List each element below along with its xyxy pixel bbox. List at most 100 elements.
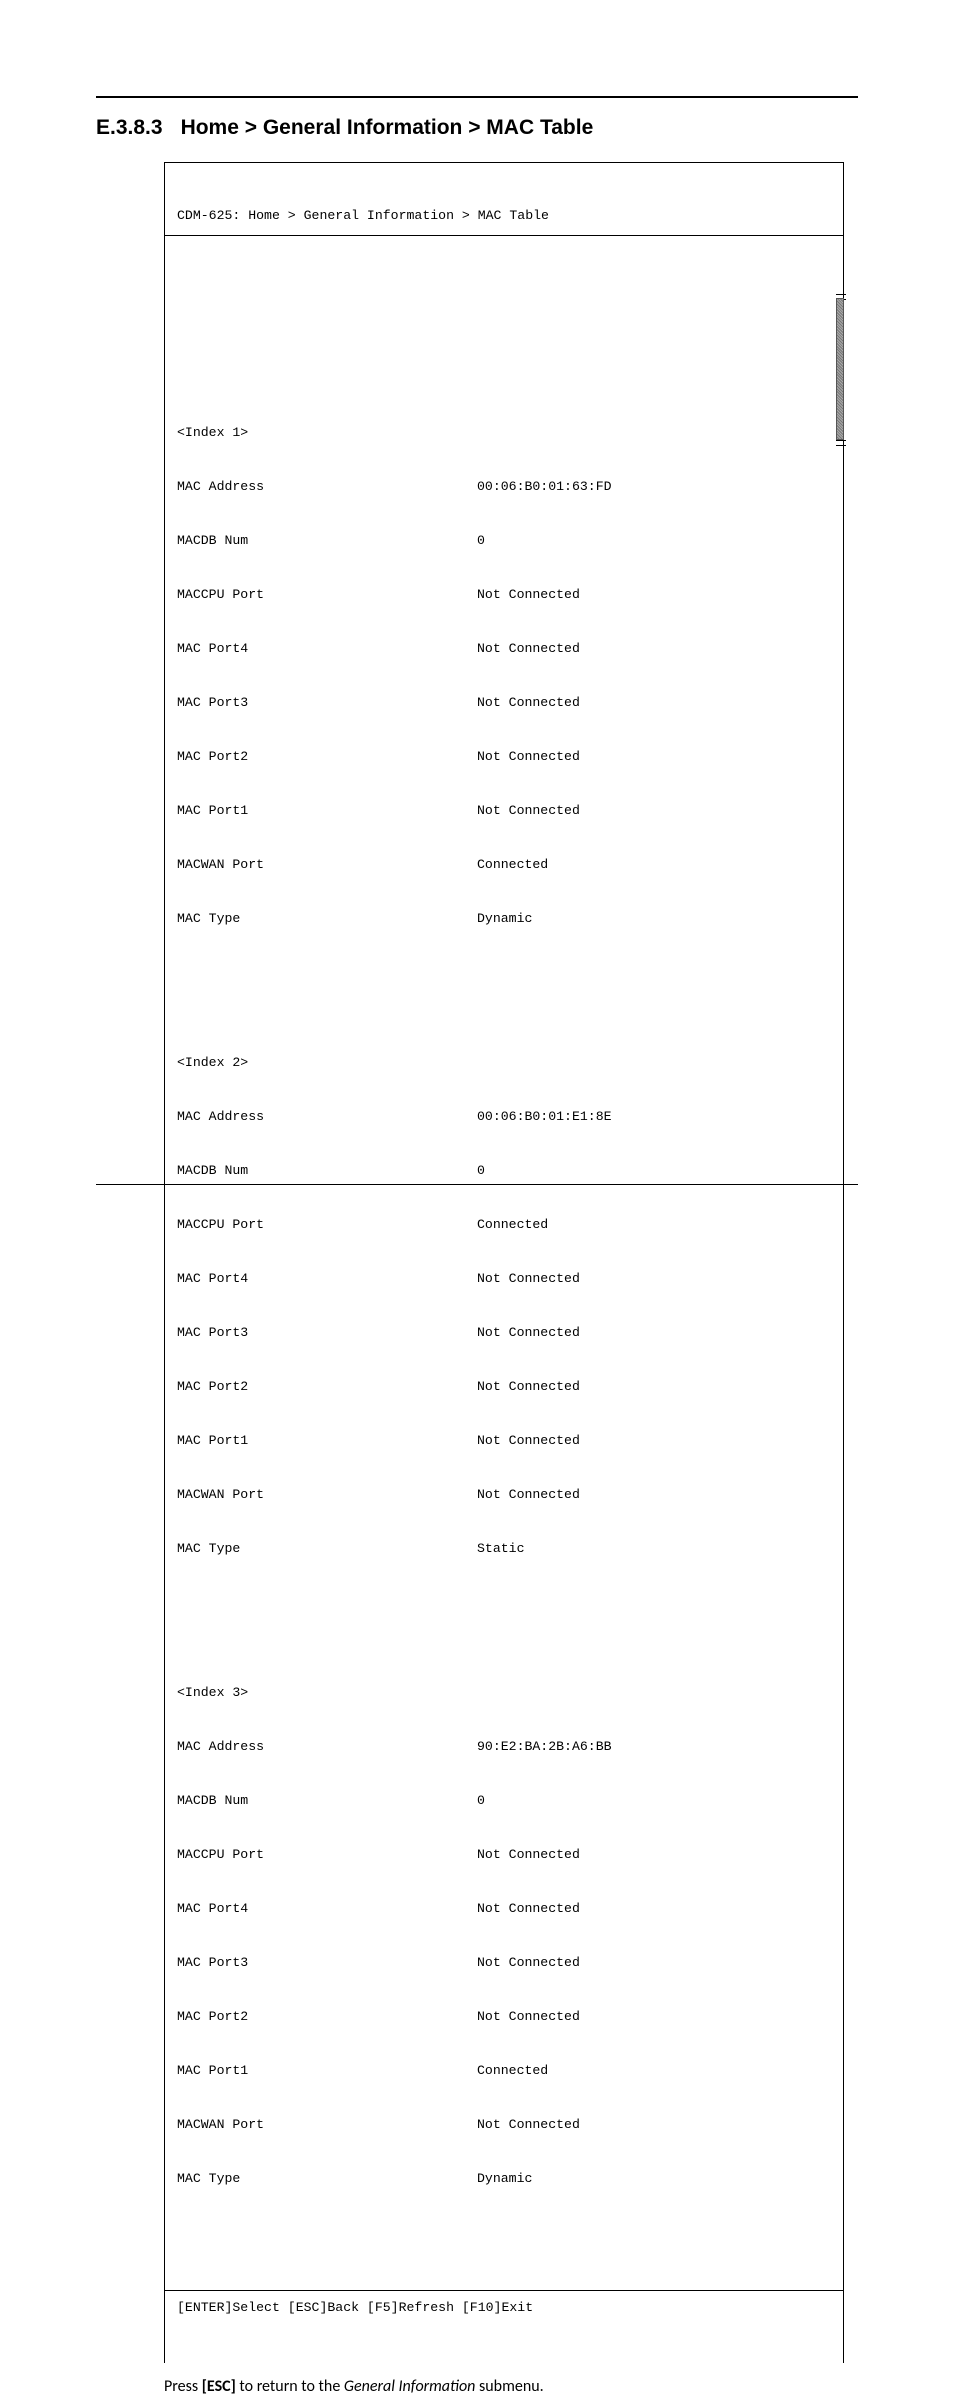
table-row: MAC Address00:06:B0:01:63:FD [177, 478, 831, 496]
section-title: Home > General Information > MAC Table [181, 116, 594, 139]
table-row: MAC Port3Not Connected [177, 1954, 831, 1972]
field-label: MACWAN Port [177, 1486, 477, 1504]
field-value: 0 [477, 1162, 831, 1180]
field-label: MAC Port4 [177, 1900, 477, 1918]
bottom-horizontal-rule [96, 1184, 858, 1185]
index-header: <Index 2> [177, 1054, 831, 1072]
table-row: MAC Port4Not Connected [177, 1270, 831, 1288]
field-value: Not Connected [477, 1954, 831, 1972]
blank-line [177, 1594, 831, 1612]
field-label: MAC Port1 [177, 1432, 477, 1450]
field-value: Connected [477, 1216, 831, 1234]
table-row: MACDB Num0 [177, 1792, 831, 1810]
table-row: MAC TypeStatic [177, 1540, 831, 1558]
field-value: 0 [477, 1792, 831, 1810]
table-row: MAC TypeDynamic [177, 2170, 831, 2188]
table-row: MACWAN PortNot Connected [177, 1486, 831, 1504]
field-label: MAC Port1 [177, 2062, 477, 2080]
table-row: MACDB Num0 [177, 1162, 831, 1180]
table-row: MAC Port1Not Connected [177, 1432, 831, 1450]
index-header: <Index 1> [177, 424, 831, 442]
field-value: 00:06:B0:01:63:FD [477, 478, 831, 496]
blank-line [177, 964, 831, 982]
field-value: Not Connected [477, 1486, 831, 1504]
field-value: Not Connected [477, 586, 831, 604]
index-header: <Index 3> [177, 1684, 831, 1702]
table-row: MAC Port2Not Connected [177, 2008, 831, 2026]
caption-key: [ESC] [202, 2377, 236, 2396]
table-row: MAC Port3Not Connected [177, 694, 831, 712]
table-row: MAC Port4Not Connected [177, 640, 831, 658]
terminal-title: CDM-625: Home > General Information > MA… [165, 207, 843, 236]
page: E.3.8.3 Home > General Information > MAC … [0, 0, 954, 1235]
field-label: MACWAN Port [177, 2116, 477, 2134]
table-row: MAC Port2Not Connected [177, 1378, 831, 1396]
scrollbar-cap-bottom [836, 440, 846, 446]
field-value: Not Connected [477, 2008, 831, 2026]
field-label: MAC Port4 [177, 640, 477, 658]
field-label: MAC Address [177, 1108, 477, 1126]
field-label: MACDB Num [177, 1162, 477, 1180]
table-row: MAC Port1Not Connected [177, 802, 831, 820]
field-label: MAC Address [177, 478, 477, 496]
table-row: MACCPU PortNot Connected [177, 1846, 831, 1864]
field-value: Dynamic [477, 910, 831, 928]
field-value: Static [477, 1540, 831, 1558]
caption-text: Press [ESC] to return to the General Inf… [164, 2377, 858, 2396]
table-row: MACWAN PortConnected [177, 856, 831, 874]
table-row: MAC Port4Not Connected [177, 1900, 831, 1918]
field-label: MACDB Num [177, 1792, 477, 1810]
field-value: Not Connected [477, 1846, 831, 1864]
scrollbar-thumb[interactable] [836, 298, 844, 440]
field-label: MAC Port2 [177, 1378, 477, 1396]
table-row: MAC Port1Connected [177, 2062, 831, 2080]
section-number: E.3.8.3 [96, 116, 163, 140]
field-value: Not Connected [477, 1432, 831, 1450]
field-label: MAC Type [177, 910, 477, 928]
table-row: MAC TypeDynamic [177, 910, 831, 928]
caption-pre: Press [164, 2377, 202, 2396]
field-label: MAC Port3 [177, 694, 477, 712]
field-label: MAC Port3 [177, 1954, 477, 1972]
field-label: MACDB Num [177, 532, 477, 550]
field-label: MAC Port2 [177, 748, 477, 766]
table-row: MACDB Num0 [177, 532, 831, 550]
section-heading: E.3.8.3 Home > General Information > MAC … [96, 116, 858, 140]
field-value: Not Connected [477, 1270, 831, 1288]
table-row: MAC Address00:06:B0:01:E1:8E [177, 1108, 831, 1126]
field-value: Connected [477, 2062, 831, 2080]
field-label: MAC Address [177, 1738, 477, 1756]
field-label: MAC Port4 [177, 1270, 477, 1288]
table-row: MACWAN PortNot Connected [177, 2116, 831, 2134]
caption-mid: to return to the [236, 2377, 344, 2396]
field-value: Not Connected [477, 694, 831, 712]
field-label: MAC Port3 [177, 1324, 477, 1342]
table-row: MACCPU PortConnected [177, 1216, 831, 1234]
field-label: MAC Port1 [177, 802, 477, 820]
field-value: Not Connected [477, 640, 831, 658]
terminal-footer: [ENTER]Select [ESC]Back [F5]Refresh [F10… [165, 2290, 843, 2319]
field-value: 90:E2:BA:2B:A6:BB [477, 1738, 831, 1756]
field-value: Not Connected [477, 2116, 831, 2134]
top-horizontal-rule [96, 96, 858, 98]
field-label: MAC Port2 [177, 2008, 477, 2026]
caption-post: submenu. [475, 2377, 543, 2396]
caption-submenu-name: General Information [344, 2377, 475, 2396]
field-label: MACCPU Port [177, 1846, 477, 1864]
table-row: MAC Address90:E2:BA:2B:A6:BB [177, 1738, 831, 1756]
terminal-window: CDM-625: Home > General Information > MA… [164, 162, 844, 2363]
field-value: Not Connected [477, 748, 831, 766]
field-label: MACCPU Port [177, 586, 477, 604]
terminal-body: <Index 1> MAC Address00:06:B0:01:63:FD M… [177, 290, 831, 2236]
field-value: 00:06:B0:01:E1:8E [477, 1108, 831, 1126]
field-label: MACCPU Port [177, 1216, 477, 1234]
table-row: MAC Port3Not Connected [177, 1324, 831, 1342]
table-row: MACCPU PortNot Connected [177, 586, 831, 604]
field-label: MAC Type [177, 2170, 477, 2188]
field-value: Not Connected [477, 1378, 831, 1396]
field-label: MAC Type [177, 1540, 477, 1558]
field-value: Not Connected [477, 1900, 831, 1918]
field-value: Not Connected [477, 1324, 831, 1342]
field-label: MACWAN Port [177, 856, 477, 874]
table-row: MAC Port2Not Connected [177, 748, 831, 766]
